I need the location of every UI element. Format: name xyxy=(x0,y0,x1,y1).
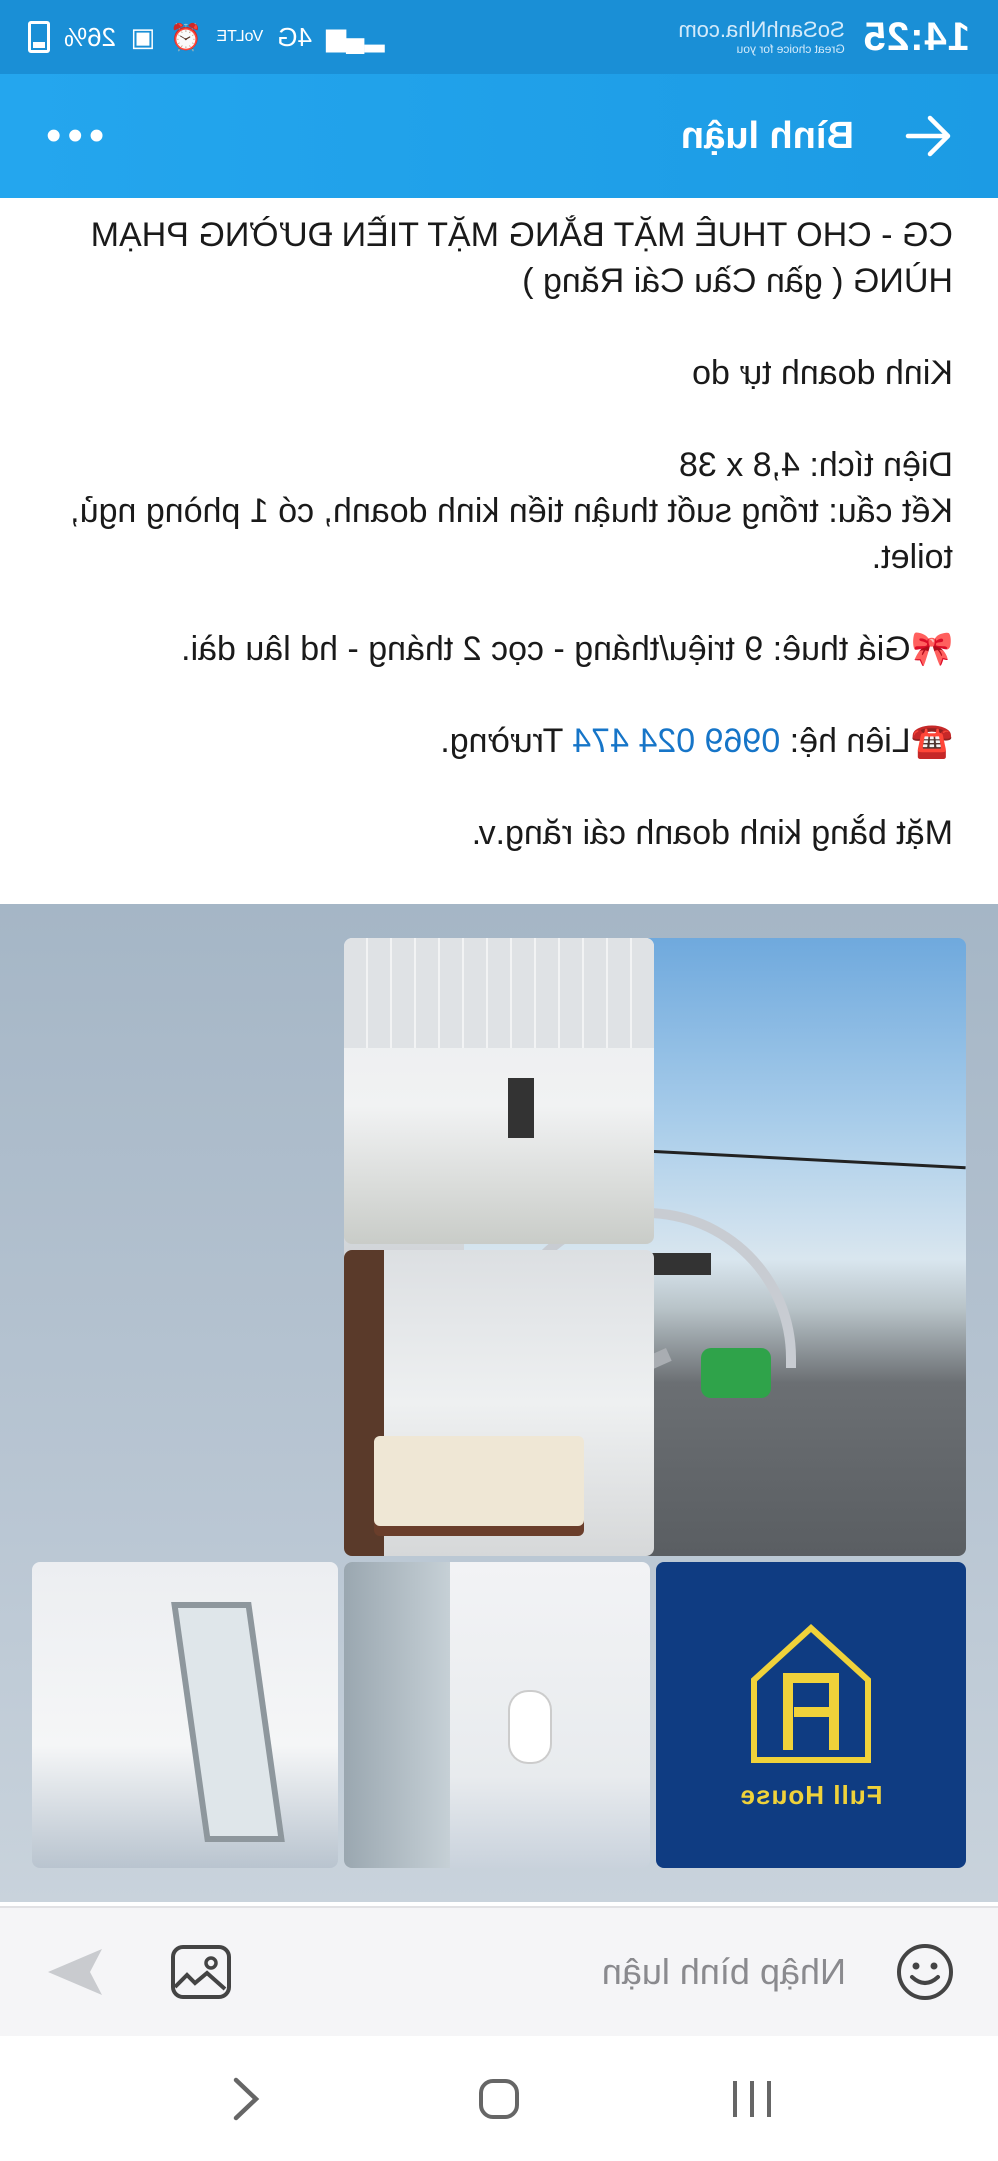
app-header: Bình luận ••• xyxy=(0,74,998,198)
emoji-icon xyxy=(897,1944,953,2000)
contact-phone-link[interactable]: 0969 024 474 xyxy=(572,722,780,760)
system-nav-bar xyxy=(0,2036,998,2161)
battery-icon xyxy=(28,21,50,53)
room-door xyxy=(508,1078,534,1138)
contact-name: Trường. xyxy=(440,722,573,760)
nav-recents-icon xyxy=(732,2080,771,2117)
signal-icon: ▂▄▆ xyxy=(325,21,385,52)
back-button[interactable] xyxy=(898,106,958,166)
status-time: 14:25 xyxy=(862,14,970,59)
post-price: 🎀Giá thuê: 9 triệu/tháng - cọc 2 tháng -… xyxy=(181,630,953,668)
toilet xyxy=(510,1692,550,1762)
bathroom-door xyxy=(344,1562,450,1868)
photo-empty-room[interactable] xyxy=(344,938,654,1244)
network-icon: 4G xyxy=(277,21,312,52)
status-bar: 14:25 SoSanhNha.com Great choice for you… xyxy=(0,0,998,74)
alarm-icon: ⏰ xyxy=(170,21,203,52)
send-icon xyxy=(48,1949,102,1995)
post-contact: ☎️Liên hệ: 0969 024 474 Trường. xyxy=(45,718,953,764)
taxi-car xyxy=(701,1348,771,1398)
nav-home-icon xyxy=(479,2078,520,2119)
watermark: SoSanhNha.com Great choice for you xyxy=(678,17,845,56)
battery-percent: 26% xyxy=(64,21,117,52)
more-button[interactable]: ••• xyxy=(40,111,104,160)
post-paragraph: Kinh doanh tự do xyxy=(692,354,953,392)
photo-grid: Full House xyxy=(0,904,998,1902)
ceiling-tiles xyxy=(344,938,654,1048)
emoji-button[interactable] xyxy=(892,1939,958,2005)
image-icon xyxy=(171,1945,231,1999)
post-body: CG - CHO THUÊ MẶT BẰNG MẶT TIỀN ĐƯỜNG PH… xyxy=(45,212,953,902)
nav-recents-button[interactable] xyxy=(712,2059,792,2139)
comment-input[interactable] xyxy=(236,1951,846,1993)
photo-bathroom-door[interactable] xyxy=(32,1562,338,1868)
back-arrow-icon xyxy=(905,115,951,157)
comment-bar xyxy=(0,1906,998,2036)
post-details: Diện tích: 4,8 x 38 Kết cấu: trống suốt … xyxy=(70,446,953,576)
photo-bedroom[interactable] xyxy=(344,1250,654,1556)
nav-back-icon xyxy=(234,2077,260,2120)
page-title: Bình luận xyxy=(680,114,854,157)
send-button[interactable] xyxy=(40,1937,110,2007)
photo-logo[interactable]: Full House xyxy=(656,1562,966,1868)
post-paragraph: Mặt bằng kinh doanh cái răng.v. xyxy=(471,814,953,852)
bed xyxy=(374,1436,584,1526)
house-logo-icon xyxy=(751,1623,871,1763)
nav-home-button[interactable] xyxy=(459,2059,539,2139)
notification-icon: ▣ xyxy=(130,21,156,52)
volte-icon: VoLTE xyxy=(216,28,264,45)
photo-bathroom[interactable] xyxy=(344,1562,650,1868)
contact-label: ☎️Liên hệ: xyxy=(780,722,953,760)
glass-door xyxy=(171,1602,285,1842)
attach-image-button[interactable] xyxy=(166,1937,236,2007)
logo-text: Full House xyxy=(739,1779,883,1810)
nav-back-button[interactable] xyxy=(206,2059,286,2139)
post-title: CG - CHO THUÊ MẶT BẰNG MẶT TIỀN ĐƯỜNG PH… xyxy=(90,216,953,300)
